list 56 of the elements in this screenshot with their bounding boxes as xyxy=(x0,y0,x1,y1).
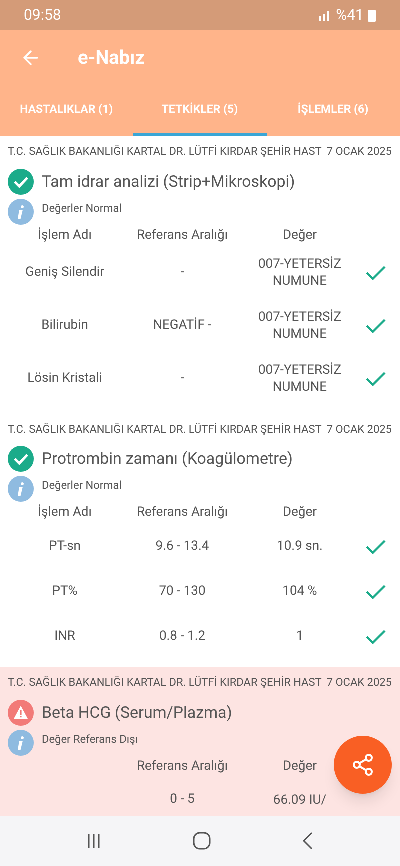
hospital-name: T.C. SAĞLIK BAKANLIĞI KARTAL DR. LÜTFİ KIRDAR ŞEHİR HAST xyxy=(8,144,322,160)
table-cell-text: NEGATİF - xyxy=(153,316,212,336)
clock: 09:58 xyxy=(24,4,62,26)
test-date: 7 OCAK 2025 xyxy=(326,144,392,160)
tab[interactable]: HASTALIKLAR (1) xyxy=(0,86,134,136)
table-cell-text: 0.8 - 1.2 xyxy=(159,628,206,646)
back-nav-icon[interactable] xyxy=(302,832,314,850)
battery-icon xyxy=(368,8,376,22)
table-cell: 104 % xyxy=(282,583,318,600)
column-header: Referans Aralığı xyxy=(136,758,228,776)
table-cell-text: 007-YETERSİZ NUMUNE xyxy=(257,256,343,290)
hospital-name: T.C. SAĞLIK BAKANLIĞI KARTAL DR. LÜTFİ KIRDAR ŞEHİR HAST xyxy=(8,675,322,691)
table-cell: 66.09 IU/ xyxy=(273,792,327,808)
column-header: Referans Aralığı xyxy=(136,226,228,245)
check-circle-icon xyxy=(8,446,34,472)
column-header: Referans Aralığı xyxy=(136,504,228,522)
table-cell-text: - xyxy=(180,370,184,388)
table-cell-text: 0 - 5 xyxy=(170,791,195,810)
table-cell-text: PT-sn xyxy=(49,538,81,556)
test-title: Protrombin zamanı (Koagülometre) xyxy=(42,448,293,470)
result-note: Değerler Normal xyxy=(42,200,122,216)
result-note: Değer Referans Dışı xyxy=(42,732,138,748)
column-header: Değer xyxy=(282,504,318,522)
column-header: İşlem Adı xyxy=(38,226,92,245)
home-icon[interactable] xyxy=(192,832,211,850)
table-cell: 1 xyxy=(296,628,304,645)
app-title: e-Nabız xyxy=(78,44,145,71)
battery-level: %41 xyxy=(336,4,364,26)
info-icon xyxy=(8,730,34,756)
warning-icon xyxy=(8,700,34,726)
table-cell-text: 007-YETERSİZ NUMUNE xyxy=(257,362,343,396)
result-note: Değerler Normal xyxy=(42,478,122,494)
test-title: Beta HCG (Serum/Plazma) xyxy=(42,702,232,724)
table-cell-text: Geniş Silendir xyxy=(25,264,105,282)
table-cell-text: Bilirubin xyxy=(42,317,88,336)
info-icon xyxy=(8,198,34,224)
table-cell-text: 70 - 130 xyxy=(159,582,206,601)
hospital-name: T.C. SAĞLIK BAKANLIĞI KARTAL DR. LÜTFİ KIRDAR ŞEHİR HAST xyxy=(8,422,322,438)
test-date: 7 OCAK 2025 xyxy=(326,422,392,438)
table-cell-text: - xyxy=(180,264,184,282)
info-icon xyxy=(8,476,34,502)
test-title: Tam idrar analizi (Strip+Mikroskopi) xyxy=(42,170,296,192)
column-header: İşlem Adı xyxy=(38,504,92,522)
tab[interactable]: İŞLEMLER (6) xyxy=(266,86,400,136)
test-date: 7 OCAK 2025 xyxy=(326,675,392,691)
column-header: Değer xyxy=(282,226,318,245)
table-cell: 10.9 sn. xyxy=(277,538,323,555)
table-cell-text: Lösin Kristali xyxy=(28,370,102,388)
table-cell-text: 9.6 - 13.4 xyxy=(156,538,210,556)
table-cell-text: INR xyxy=(54,628,76,646)
check-circle-icon xyxy=(8,168,34,194)
column-header: Değer xyxy=(282,758,318,776)
table-cell-text: 007-YETERSİZ NUMUNE xyxy=(257,309,343,343)
share-icon xyxy=(351,753,375,777)
table-cell-text: PT% xyxy=(52,582,78,601)
recent-apps-icon[interactable] xyxy=(86,833,102,849)
